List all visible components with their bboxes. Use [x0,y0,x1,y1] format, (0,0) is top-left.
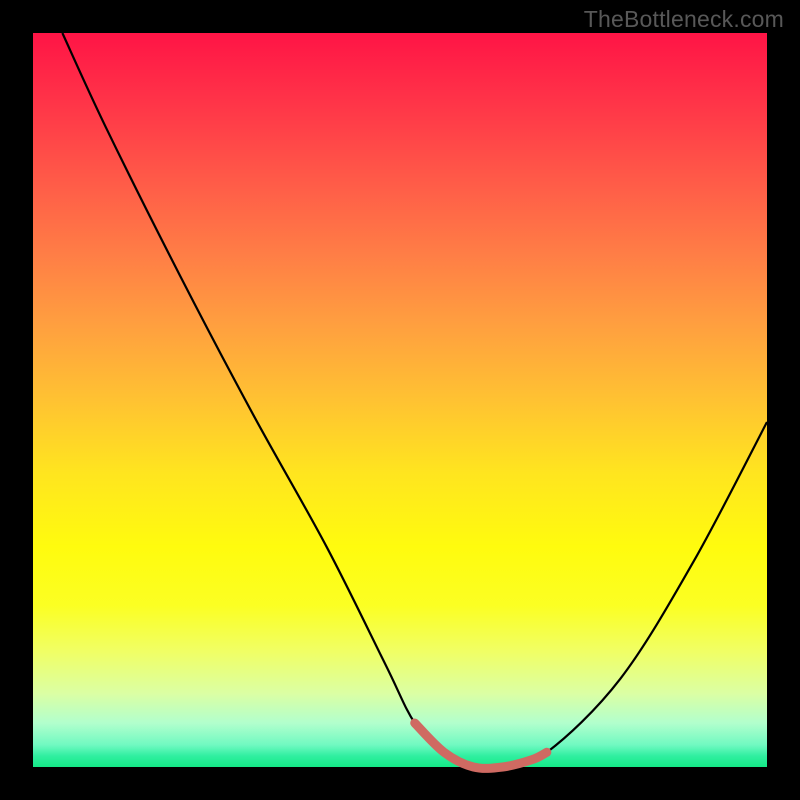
chart-lines [33,33,767,767]
bottleneck-curve [62,33,767,769]
watermark-text: TheBottleneck.com [584,6,784,33]
chart-stage: TheBottleneck.com [0,0,800,800]
optimal-region-marker [415,723,547,768]
plot-area [33,33,767,767]
